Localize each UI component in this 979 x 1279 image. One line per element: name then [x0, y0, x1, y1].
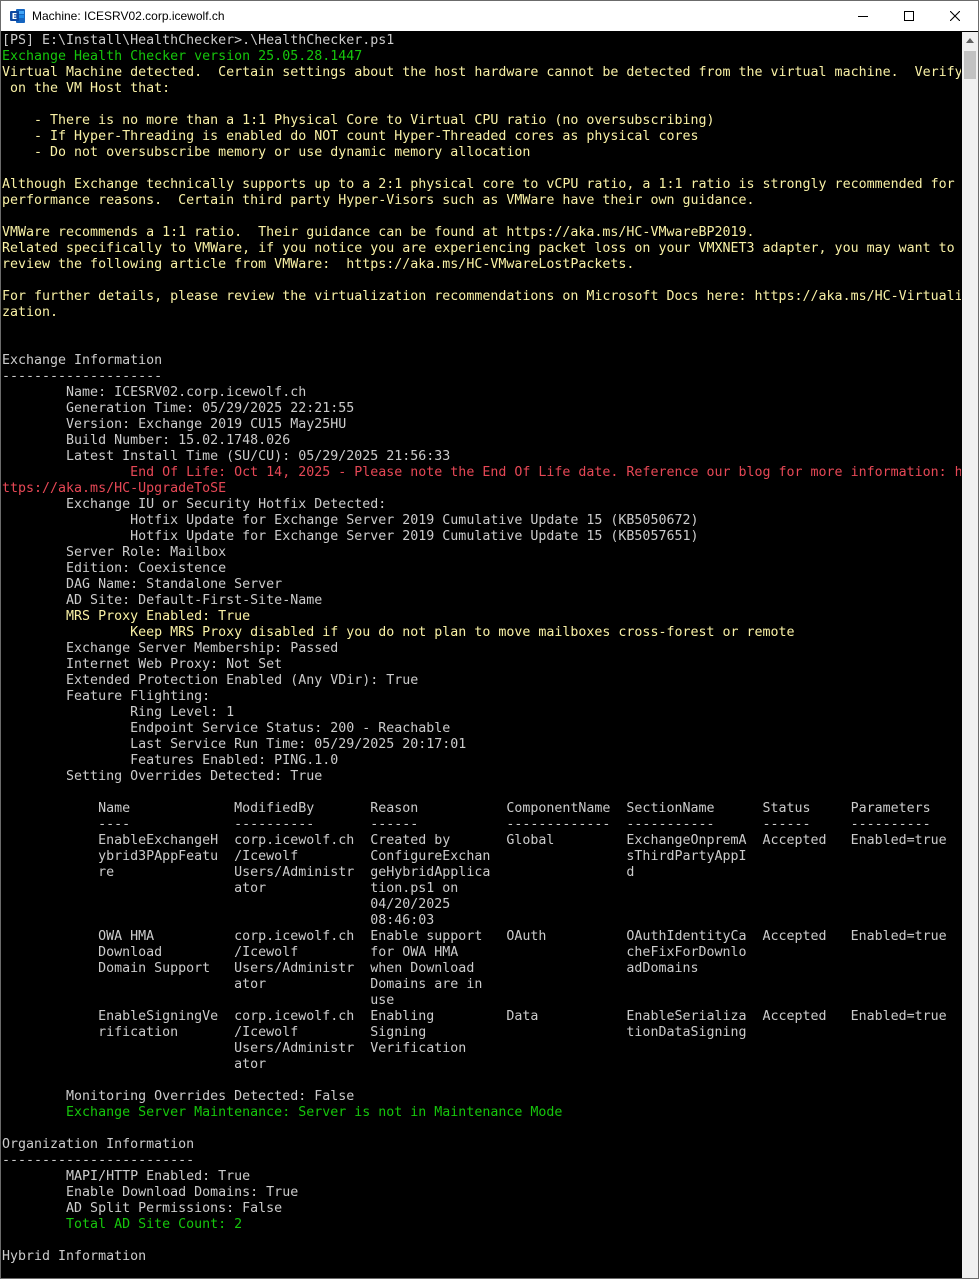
console-line: EnableSigningVe corp.icewolf.ch Enabling…: [2, 1009, 947, 1024]
console-line: 08:46:03: [2, 913, 435, 928]
console-line: --------------------: [2, 369, 163, 384]
console-line: performance reasons. Certain third party…: [2, 193, 755, 208]
maximize-icon: [904, 11, 914, 21]
console-line: - Do not oversubscribe memory or use dyn…: [2, 145, 531, 160]
console-line: Exchange Information: [2, 353, 163, 368]
close-icon: [950, 11, 960, 21]
console-line: 04/20/2025: [2, 897, 451, 912]
console-line: Endpoint Service Status: 200 - Reachable: [2, 721, 451, 736]
window-title: Machine: ICESRV02.corp.icewolf.ch: [32, 9, 225, 23]
minimize-icon: [858, 16, 868, 17]
console-line: Last Service Run Time: 05/29/2025 20:17:…: [2, 737, 467, 752]
console-line: Generation Time: 05/29/2025 22:21:55: [2, 401, 355, 416]
console-line: Edition: Coexistence: [2, 561, 227, 576]
console-line: Keep MRS Proxy disabled if you do not pl…: [2, 625, 795, 640]
console-line: Hotfix Update for Exchange Server 2019 C…: [2, 513, 699, 528]
maximize-button[interactable]: [886, 1, 932, 31]
console-line: - If Hyper-Threading is enabled do NOT c…: [2, 129, 699, 144]
console-line: Related specifically to VMWare, if you n…: [2, 241, 955, 256]
console-line: Ring Level: 1: [2, 705, 235, 720]
console-line: - There is no more than a 1:1 Physical C…: [2, 113, 715, 128]
console-line: AD Split Permissions: False: [2, 1201, 283, 1216]
console-line: DAG Name: Standalone Server: [2, 577, 283, 592]
console-line: Organization Information: [2, 1137, 195, 1152]
console-line: VMWare recommends a 1:1 ratio. Their gui…: [2, 225, 755, 240]
console-line: Build Number: 15.02.1748.026: [2, 433, 291, 448]
console-line: Extended Protection Enabled (Any VDir): …: [2, 673, 419, 688]
console-line: Download /Icewolf for OWA HMA cheFixForD…: [2, 945, 747, 960]
console-line: Virtual Machine detected. Certain settin…: [2, 65, 961, 80]
scroll-up-arrow-icon: [966, 38, 974, 43]
console-line: Hybrid Information: [2, 1249, 147, 1264]
console-line: Name ModifiedBy Reason ComponentName Sec…: [2, 801, 931, 816]
console-line: Monitoring Overrides Detected: False: [2, 1089, 355, 1104]
console-line: Name: ICESRV02.corp.icewolf.ch: [2, 385, 307, 400]
console-line: Hotfix Update for Exchange Server 2019 C…: [2, 529, 699, 544]
console-line: MAPI/HTTP Enabled: True: [2, 1169, 251, 1184]
console-line: Users/Administr Verification: [2, 1041, 467, 1056]
console-line: rification /Icewolf Signing tionDataSign…: [2, 1025, 747, 1040]
console-line: use: [2, 993, 395, 1008]
minimize-button[interactable]: [840, 1, 886, 31]
console-line: on the VM Host that:: [2, 81, 171, 96]
console-line: [PS] E:\Install\HealthChecker>.\HealthCh…: [2, 33, 395, 48]
console-line: Internet Web Proxy: Not Set: [2, 657, 283, 672]
console-line: zation.: [2, 305, 59, 320]
console-line: Server Role: Mailbox: [2, 545, 227, 560]
scrollbar-thumb[interactable]: [964, 51, 976, 79]
console-line: ---- ---------- ------ ------------- ---…: [2, 817, 931, 832]
console-line: Exchange IU or Security Hotfix Detected:: [2, 497, 387, 512]
console-window: Machine: ICESRV02.corp.icewolf.ch [PS] E…: [0, 0, 979, 1279]
console-line: Total AD Site Count: 2: [2, 1217, 243, 1232]
console-line: ator Domains are in: [2, 977, 483, 992]
console-line: For further details, please review the v…: [2, 289, 961, 304]
console-line: ------------------------: [2, 1153, 195, 1168]
console-line: MRS Proxy Enabled: True: [2, 609, 251, 624]
console-line: re Users/Administr geHybridApplica d: [2, 865, 635, 880]
title-bar[interactable]: Machine: ICESRV02.corp.icewolf.ch: [1, 1, 978, 31]
exchange-app-icon: [10, 9, 25, 23]
console-line: Latest Install Time (SU/CU): 05/29/2025 …: [2, 449, 451, 464]
console-output[interactable]: [PS] E:\Install\HealthChecker>.\HealthCh…: [1, 32, 961, 1278]
console-line: Feature Flighting:: [2, 689, 211, 704]
console-line: ttps://aka.ms/HC-UpgradeToSE: [2, 481, 227, 496]
console-line: review the following article from VMWare…: [2, 257, 635, 272]
console-line: Version: Exchange 2019 CU15 May25HU: [2, 417, 347, 432]
console-line: Exchange Server Maintenance: Server is n…: [2, 1105, 563, 1120]
console-line: ybrid3PAppFeatu /Icewolf ConfigureExchan…: [2, 849, 747, 864]
console-line: ator: [2, 1057, 267, 1072]
console-line: ator tion.ps1 on: [2, 881, 459, 896]
console-line: Exchange Health Checker version 25.05.28…: [2, 49, 363, 64]
console-line: Domain Support Users/Administr when Down…: [2, 961, 699, 976]
console-line: Enable Download Domains: True: [2, 1185, 299, 1200]
scroll-up-button[interactable]: [962, 32, 978, 49]
console-line: EnableExchangeH corp.icewolf.ch Created …: [2, 833, 947, 848]
console-line: End Of Life: Oct 14, 2025 - Please note …: [2, 465, 961, 480]
console-line: Setting Overrides Detected: True: [2, 769, 323, 784]
console-line: AD Site: Default-First-Site-Name: [2, 593, 323, 608]
console-line: Exchange Server Membership: Passed: [2, 641, 339, 656]
console-line: OWA HMA corp.icewolf.ch Enable support O…: [2, 929, 947, 944]
close-button[interactable]: [932, 1, 978, 31]
console-line: Features Enabled: PING.1.0: [2, 753, 339, 768]
console-line: Although Exchange technically supports u…: [2, 177, 955, 192]
vertical-scrollbar[interactable]: [962, 32, 978, 1278]
